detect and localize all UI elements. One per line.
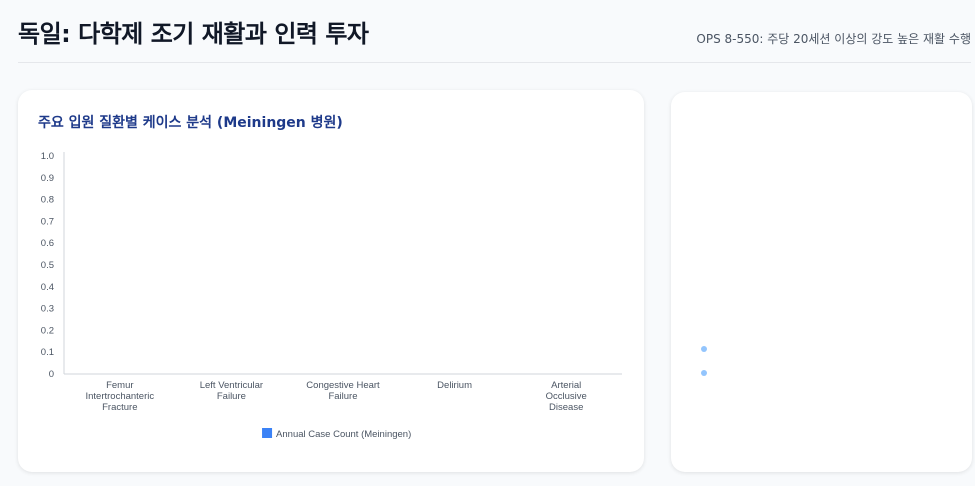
- x-tick-label-line: Delirium: [437, 380, 472, 391]
- x-tick-label-line: Arterial: [551, 380, 581, 391]
- page-title: 독일: 다학제 조기 재활과 인력 투자: [18, 20, 369, 48]
- y-tick-label: 0.9: [41, 173, 54, 184]
- chart-card: 주요 입원 질환별 케이스 분석 (Meiningen 병원) 0 0.1 0.2 0…: [18, 90, 644, 472]
- x-tick-label-line: Femur: [106, 380, 133, 391]
- x-tick-label: Left Ventricular Failure: [200, 380, 263, 402]
- x-tick-label-line: Fracture: [102, 402, 137, 413]
- y-tick-label: 0.4: [41, 282, 54, 293]
- y-tick-label: 0.3: [41, 304, 54, 315]
- bar-chart: 0 0.1 0.2 0.3 0.4 0.5 0.6 0.7 0.8 0.9 1.0 Femur Inte…: [41, 151, 622, 440]
- bullet-dot-icon: [701, 346, 707, 352]
- x-tick-label-line: Left Ventricular: [200, 380, 263, 391]
- y-tick-label: 0.8: [41, 195, 54, 206]
- legend-swatch: [262, 428, 273, 438]
- y-tick-label: 0.2: [41, 325, 54, 336]
- x-tick-label-line: Disease: [549, 402, 583, 413]
- x-tick-label: Arterial Occlusive Disease: [546, 380, 587, 413]
- x-tick-label: Congestive Heart Failure: [306, 380, 380, 402]
- y-tick-label: 1.0: [41, 151, 54, 162]
- bullet-dot-icon: [701, 370, 707, 376]
- y-tick-label: 0.5: [41, 260, 54, 271]
- page-subtitle: OPS 8-550: 주당 20세션 이상의 강도 높은 재활 수행: [696, 32, 971, 46]
- y-tick-label: 0.7: [41, 216, 54, 227]
- x-tick-label: Delirium: [437, 380, 472, 391]
- y-tick-label: 0.1: [41, 347, 54, 358]
- x-tick-label-line: Congestive Heart: [306, 380, 380, 391]
- y-tick-label: 0.6: [41, 238, 54, 249]
- x-tick-label-line: Failure: [328, 391, 357, 402]
- y-tick-label: 0: [49, 369, 54, 380]
- header-divider: [18, 62, 971, 63]
- x-tick-label-line: Occlusive: [546, 391, 587, 402]
- x-tick-label-line: Intertrochanteric: [85, 391, 154, 402]
- side-card: [671, 92, 972, 472]
- x-tick-label-line: Failure: [217, 391, 246, 402]
- x-tick-label: Femur Intertrochanteric Fracture: [85, 380, 154, 413]
- legend-label: Annual Case Count (Meiningen): [276, 429, 411, 440]
